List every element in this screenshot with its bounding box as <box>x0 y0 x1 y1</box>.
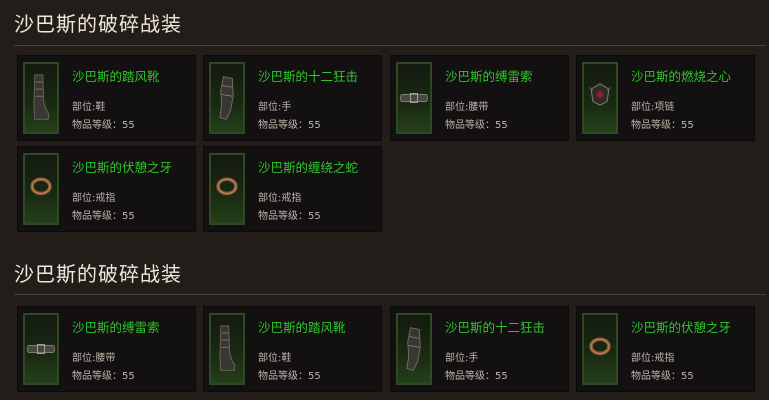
set-title: 沙巴斯的破碎战装 <box>14 12 182 36</box>
item-name[interactable]: 沙巴斯的缚雷索 <box>72 317 160 336</box>
boots-icon <box>23 62 59 134</box>
item-level: 物品等级：55 <box>258 211 321 222</box>
set-title: 沙巴斯的破碎战装 <box>14 262 182 286</box>
item-card-ring[interactable]: 沙巴斯的缠绕之蛇 部位:戒指 物品等级：55 <box>203 146 382 232</box>
item-card-boots[interactable]: 沙巴斯的踏风靴 部位:鞋 物品等级：55 <box>17 55 196 141</box>
item-card-gloves[interactable]: 沙巴斯的十二狂击 部位:手 物品等级：55 <box>203 55 382 141</box>
ring-icon <box>23 153 59 225</box>
item-card-gloves[interactable]: 沙巴斯的十二狂击 部位:手 物品等级：55 <box>390 306 569 392</box>
gauntlet-icon <box>209 62 245 134</box>
item-name[interactable]: 沙巴斯的伏憩之牙 <box>72 157 172 176</box>
item-slot: 部位:项链 <box>631 102 675 113</box>
belt-icon <box>396 62 432 134</box>
item-level: 物品等级：55 <box>72 371 135 382</box>
item-level: 物品等级：55 <box>72 120 135 131</box>
item-name[interactable]: 沙巴斯的缚雷索 <box>445 66 533 85</box>
item-level: 物品等级：55 <box>631 120 694 131</box>
item-card-belt[interactable]: 沙巴斯的缚雷索 部位:腰带 物品等级：55 <box>390 55 569 141</box>
item-slot: 部位:鞋 <box>72 102 106 113</box>
item-level: 物品等级：55 <box>631 371 694 382</box>
divider <box>14 294 766 295</box>
item-card-amulet[interactable]: 沙巴斯的燃烧之心 部位:项链 物品等级：55 <box>576 55 755 141</box>
belt-icon <box>23 313 59 385</box>
item-name[interactable]: 沙巴斯的十二狂击 <box>445 317 545 336</box>
item-slot: 部位:腰带 <box>72 353 116 364</box>
item-level: 物品等级：55 <box>445 371 508 382</box>
item-name[interactable]: 沙巴斯的伏憩之牙 <box>631 317 731 336</box>
item-level: 物品等级：55 <box>445 120 508 131</box>
item-level: 物品等级：55 <box>72 211 135 222</box>
item-slot: 部位:鞋 <box>258 353 292 364</box>
item-level: 物品等级：55 <box>258 120 321 131</box>
item-card-belt[interactable]: 沙巴斯的缚雷索 部位:腰带 物品等级：55 <box>17 306 196 392</box>
item-name[interactable]: 沙巴斯的踏风靴 <box>258 317 346 336</box>
item-slot: 部位:戒指 <box>258 193 302 204</box>
amulet-icon <box>582 62 618 134</box>
boots-icon <box>209 313 245 385</box>
item-card-ring[interactable]: 沙巴斯的伏憩之牙 部位:戒指 物品等级：55 <box>576 306 755 392</box>
item-slot: 部位:手 <box>445 353 479 364</box>
ring-icon <box>582 313 618 385</box>
item-name[interactable]: 沙巴斯的缠绕之蛇 <box>258 157 358 176</box>
item-slot: 部位:戒指 <box>72 193 116 204</box>
item-slot: 部位:戒指 <box>631 353 675 364</box>
item-card-ring[interactable]: 沙巴斯的伏憩之牙 部位:戒指 物品等级：55 <box>17 146 196 232</box>
item-name[interactable]: 沙巴斯的踏风靴 <box>72 66 160 85</box>
set-items-page: 沙巴斯的破碎战装 沙巴斯的踏风靴 部位:鞋 物品等级：55 沙巴斯的十二狂击 部… <box>0 0 769 400</box>
ring-icon <box>209 153 245 225</box>
item-slot: 部位:手 <box>258 102 292 113</box>
gauntlet-icon <box>396 313 432 385</box>
item-name[interactable]: 沙巴斯的十二狂击 <box>258 66 358 85</box>
item-slot: 部位:腰带 <box>445 102 489 113</box>
item-level: 物品等级：55 <box>258 371 321 382</box>
item-name[interactable]: 沙巴斯的燃烧之心 <box>631 66 731 85</box>
divider <box>14 45 766 46</box>
item-card-boots[interactable]: 沙巴斯的踏风靴 部位:鞋 物品等级：55 <box>203 306 382 392</box>
